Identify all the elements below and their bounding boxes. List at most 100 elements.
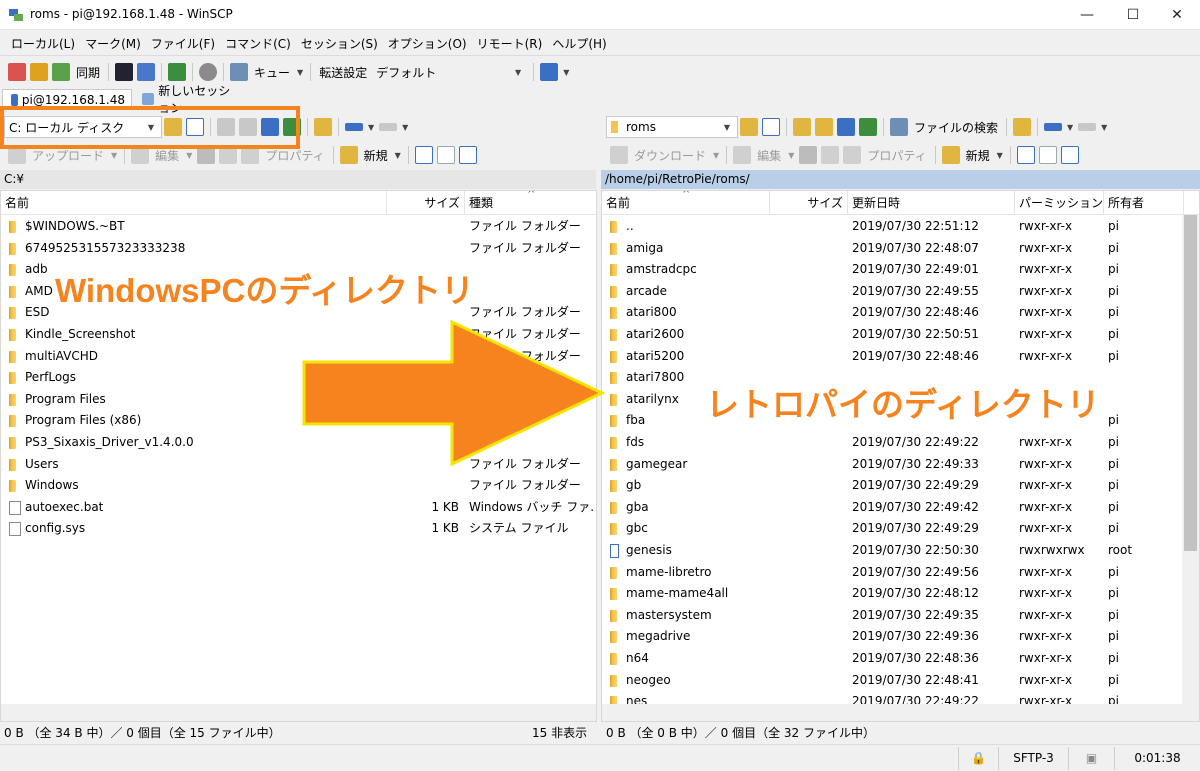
- new-button[interactable]: 新規: [966, 147, 990, 164]
- menu-local[interactable]: ローカル(L): [6, 32, 80, 56]
- new-folder-icon[interactable]: [339, 146, 358, 164]
- site-manager-icon[interactable]: [540, 63, 559, 81]
- table-row[interactable]: fds 2019/07/30 22:49:22 rwxr-xr-x pi: [602, 432, 1199, 454]
- select-all-icon[interactable]: [414, 146, 433, 164]
- delete-icon[interactable]: [799, 146, 818, 164]
- table-row[interactable]: gba 2019/07/30 22:49:42 rwxr-xr-x pi: [602, 497, 1199, 519]
- table-row[interactable]: autoexec.bat 1 KB Windows バッチ ファ...: [1, 497, 596, 519]
- remote-vertical-scrollbar[interactable]: [1182, 215, 1199, 704]
- column-size[interactable]: サイズ: [770, 191, 848, 215]
- column-owner[interactable]: 所有者: [1104, 191, 1184, 215]
- back-arrow-icon[interactable]: [345, 123, 363, 131]
- chevron-down-icon[interactable]: ▼: [713, 151, 719, 160]
- table-row[interactable]: gb 2019/07/30 22:49:29 rwxr-xr-x pi: [602, 475, 1199, 497]
- table-row[interactable]: $WINDOWS.~BT ファイル フォルダー: [1, 216, 596, 238]
- download-icon[interactable]: [610, 146, 628, 164]
- table-row[interactable]: amiga 2019/07/30 22:48:07 rwxr-xr-x pi: [602, 238, 1199, 260]
- parent-directory-icon[interactable]: [793, 118, 811, 136]
- properties-button[interactable]: プロパティ: [867, 147, 926, 164]
- table-row[interactable]: amstradcpc 2019/07/30 22:49:01 rwxr-xr-x pi: [602, 259, 1199, 281]
- download-button[interactable]: ダウンロード: [634, 147, 706, 164]
- chevron-down-icon[interactable]: ▼: [402, 123, 408, 132]
- filter-files-icon[interactable]: [1060, 146, 1079, 164]
- table-row[interactable]: 674952531557323333238 ファイル フォルダー: [1, 238, 596, 260]
- putty-icon[interactable]: [137, 63, 156, 81]
- queue-dropdown-icon[interactable]: ▼: [297, 68, 303, 77]
- filter-files-icon[interactable]: [458, 146, 477, 164]
- edit-button[interactable]: 編集: [757, 147, 781, 164]
- chevron-down-icon[interactable]: ▼: [395, 151, 401, 160]
- select-all-icon[interactable]: [1016, 146, 1035, 164]
- remote-file-panel[interactable]: 名前 サイズ 更新日時 パーミッション 所有者 ^ .. 2019/07/30 2…: [601, 190, 1200, 722]
- menu-command[interactable]: コマンド(C): [220, 32, 296, 56]
- remote-horizontal-scrollbar[interactable]: [602, 704, 1199, 721]
- table-row[interactable]: atari800 2019/07/30 22:48:46 rwxr-xr-x pi: [602, 302, 1199, 324]
- table-row[interactable]: genesis 2019/07/30 22:50:30 rwxrwxrwx root: [602, 540, 1199, 562]
- chevron-down-icon[interactable]: ▼: [997, 151, 1003, 160]
- chevron-down-icon[interactable]: ▼: [788, 151, 794, 160]
- scrollbar-thumb[interactable]: [1184, 215, 1197, 551]
- table-row[interactable]: gbc 2019/07/30 22:49:29 rwxr-xr-x pi: [602, 518, 1199, 540]
- menu-remote[interactable]: リモート(R): [472, 32, 548, 56]
- preferences-gear-icon[interactable]: [199, 63, 218, 81]
- chevron-down-icon[interactable]: ▼: [368, 123, 374, 132]
- table-row[interactable]: atari2600 2019/07/30 22:50:51 rwxr-xr-x pi: [602, 324, 1199, 346]
- table-row[interactable]: atari5200 2019/07/30 22:48:46 rwxr-xr-x pi: [602, 346, 1199, 368]
- chevron-down-icon[interactable]: ▼: [1101, 123, 1107, 132]
- table-row[interactable]: .. 2019/07/30 22:51:12 rwxr-xr-x pi: [602, 216, 1199, 238]
- table-row[interactable]: n64 2019/07/30 22:48:36 rwxr-xr-x pi: [602, 648, 1199, 670]
- find-files-icon[interactable]: [890, 118, 908, 136]
- synchronize-browse-icon[interactable]: [30, 63, 48, 81]
- find-files-button[interactable]: ファイルの検索: [914, 119, 998, 136]
- column-modified[interactable]: 更新日時: [848, 191, 1015, 215]
- refresh-icon[interactable]: [168, 63, 187, 81]
- back-arrow-icon[interactable]: [1044, 123, 1063, 131]
- transfer-settings-select[interactable]: デフォルト ▼: [371, 61, 529, 83]
- refresh-icon[interactable]: [859, 118, 877, 136]
- menu-mark[interactable]: マーク(M): [80, 32, 146, 56]
- table-row[interactable]: config.sys 1 KB システム ファイル: [1, 518, 596, 540]
- edit-button[interactable]: 編集: [155, 147, 179, 164]
- rename-icon[interactable]: [821, 146, 840, 164]
- maximize-button[interactable]: ☐: [1110, 0, 1156, 30]
- deselect-icon[interactable]: [436, 146, 455, 164]
- compare-directories-icon[interactable]: [8, 63, 26, 81]
- filter-icon[interactable]: [762, 118, 780, 136]
- new-folder-icon[interactable]: [941, 146, 960, 164]
- tree-icon[interactable]: [1013, 118, 1032, 136]
- queue-label[interactable]: キュー: [254, 64, 290, 81]
- column-name[interactable]: 名前: [1, 191, 387, 215]
- table-row[interactable]: mame-libretro 2019/07/30 22:49:56 rwxr-xr-…: [602, 562, 1199, 584]
- open-folder-icon[interactable]: [740, 118, 758, 136]
- chevron-down-icon[interactable]: ▼: [111, 151, 117, 160]
- chevron-down-icon[interactable]: ▼: [1067, 123, 1073, 132]
- column-permissions[interactable]: パーミッション: [1015, 191, 1104, 215]
- menu-help[interactable]: ヘルプ(H): [547, 32, 611, 56]
- sync-icon[interactable]: [52, 63, 70, 81]
- minimize-button[interactable]: —: [1064, 0, 1110, 30]
- console-icon[interactable]: [115, 63, 134, 81]
- home-icon[interactable]: [837, 118, 855, 136]
- table-row[interactable]: Windows ファイル フォルダー: [1, 475, 596, 497]
- root-directory-icon[interactable]: [815, 118, 833, 136]
- close-button[interactable]: ✕: [1154, 0, 1200, 30]
- properties-icon[interactable]: [843, 146, 862, 164]
- table-row[interactable]: megadrive 2019/07/30 22:49:36 rwxr-xr-x pi: [602, 626, 1199, 648]
- remote-directory-select[interactable]: roms ▼: [606, 116, 738, 138]
- table-row[interactable]: arcade 2019/07/30 22:49:55 rwxr-xr-x pi: [602, 281, 1199, 303]
- sync-label[interactable]: 同期: [76, 64, 100, 81]
- tree-icon[interactable]: [314, 118, 332, 136]
- queue-icon[interactable]: [230, 63, 249, 81]
- column-size[interactable]: サイズ: [387, 191, 465, 215]
- menu-options[interactable]: オプション(O): [383, 32, 472, 56]
- forward-arrow-icon[interactable]: [1078, 123, 1097, 131]
- table-row[interactable]: neogeo 2019/07/30 22:48:41 rwxr-xr-x pi: [602, 670, 1199, 692]
- menu-session[interactable]: セッション(S): [296, 32, 383, 56]
- chevron-down-icon[interactable]: ▼: [563, 68, 569, 77]
- table-row[interactable]: mastersystem 2019/07/30 22:49:35 rwxr-xr-x…: [602, 605, 1199, 627]
- menu-file[interactable]: ファイル(F): [146, 32, 220, 56]
- upload-button[interactable]: アップロード: [32, 147, 104, 164]
- properties-button[interactable]: プロパティ: [265, 147, 324, 164]
- edit-icon[interactable]: [733, 146, 752, 164]
- new-button[interactable]: 新規: [364, 147, 388, 164]
